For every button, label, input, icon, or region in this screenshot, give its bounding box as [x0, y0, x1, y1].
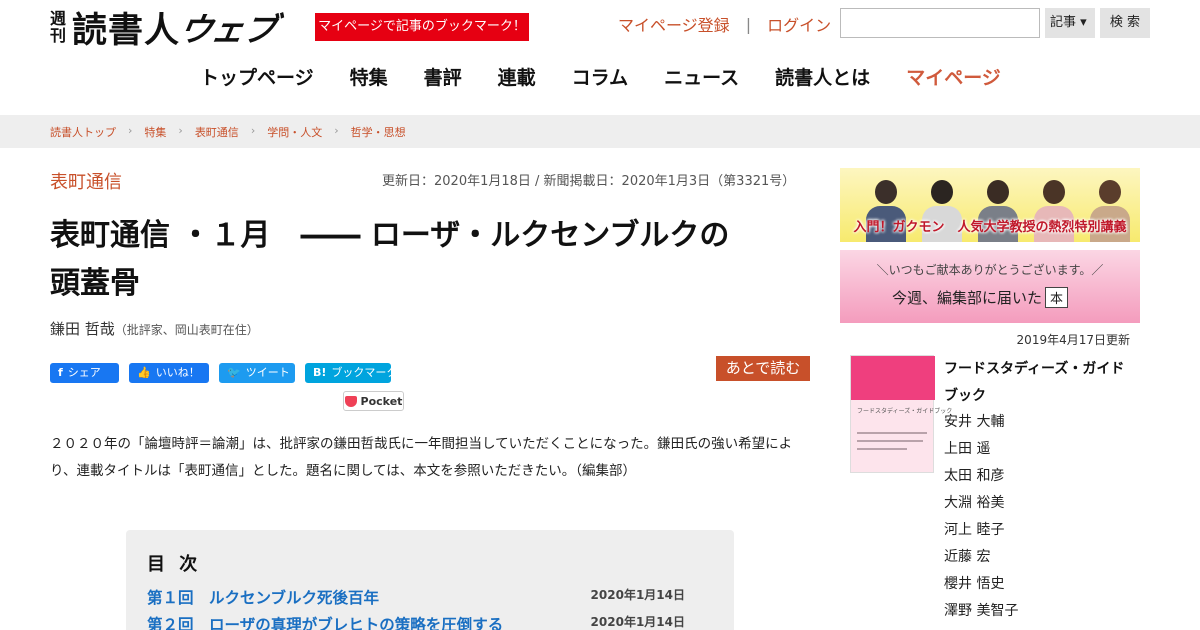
contributor-name[interactable]: 安井 大輔	[944, 409, 1134, 436]
book-cover-image[interactable]: フードスタディーズ・ガイドブック	[850, 355, 952, 473]
logo-week-bottom: 刊	[50, 26, 67, 45]
chevron-right-icon: ›	[334, 124, 339, 137]
pocket-label: Pocket	[360, 394, 403, 408]
search-type-select[interactable]: 記事 ▾	[1045, 8, 1095, 38]
contributor-name[interactable]: 櫻井 悟史	[944, 571, 1134, 598]
received-books-subtext: ＼いつもご献本ありがとうございます。／	[876, 263, 1104, 277]
facebook-icon: f	[58, 366, 63, 379]
book-cover-title: フードスタディーズ・ガイドブック	[857, 408, 953, 415]
hatena-bookmark-icon: B!	[313, 366, 327, 379]
gakumon-banner-text: 入門！ガクモン 人気大学教授の熱烈特別講義	[853, 220, 1127, 235]
article-dates: 更新日：2020年1月18日 / 新聞掲載日：2020年1月3日（第3321号）	[382, 174, 796, 189]
author-name[interactable]: 鎌田 哲哉	[50, 320, 115, 338]
read-later-button[interactable]: あとで読む	[716, 356, 810, 381]
author-note: （批評家、岡山表町在住）	[114, 323, 259, 337]
toc-entry: 第２回 ローザの真理がブレヒトの策略を圧倒する 2020年1月14日	[147, 613, 707, 630]
contributor-name[interactable]: 太田 和彦	[944, 463, 1134, 490]
hatena-bookmark-button[interactable]: B! ブックマーク	[305, 363, 397, 383]
article-author: 鎌田 哲哉（批評家、岡山表町在住）	[50, 318, 259, 339]
register-link[interactable]: マイページ登録	[618, 12, 730, 36]
chevron-right-icon: ›	[250, 124, 256, 137]
facebook-like-label: いいね！	[155, 366, 200, 379]
account-links: マイページ登録 | ログイン	[618, 12, 831, 36]
contributor-name[interactable]: 河上 睦子	[944, 517, 1134, 544]
tweet-button[interactable]: 🐦 ツイート	[219, 363, 295, 383]
toc-entry-title[interactable]: 第１回 ルクセンブルク死後百年	[147, 586, 379, 608]
article-category[interactable]: 表町通信	[50, 168, 122, 194]
gakumon-lecture-banner[interactable]: 入門！ガクモン 人気大学教授の熱烈特別講義	[840, 168, 1140, 242]
logo-week-top: 週	[50, 9, 67, 28]
pocket-button[interactable]: Pocket	[343, 391, 404, 411]
received-books-banner[interactable]: ＼いつもご献本ありがとうございます。／ 今週、編集部に届いた本	[840, 250, 1140, 323]
breadcrumb-bar: 読書人トップ › 特集 › 表町通信 › 学問・人文 › 哲学・思想	[0, 115, 1200, 148]
breadcrumb-item-series[interactable]: 表町通信	[195, 124, 239, 140]
received-books-text: 今週、編集部に届いた本	[892, 287, 1069, 308]
toc-entry-date: 2020年1月14日	[590, 588, 685, 602]
toc-heading: 目 次	[147, 554, 202, 575]
book-icon: 本	[1045, 287, 1069, 308]
toc-entry-date: 2020年1月14日	[590, 615, 685, 629]
hatena-bookmark-label: ブックマーク	[331, 366, 398, 379]
logo-weekly-mark: 週 刊	[50, 10, 66, 44]
contributor-name[interactable]: 近藤 宏	[944, 544, 1134, 571]
breadcrumb-item-features[interactable]: 特集	[144, 124, 166, 140]
pocket-icon	[344, 395, 357, 407]
article-title-line2: 頭蓋骨	[50, 266, 140, 301]
chevron-right-icon: ›	[128, 124, 133, 137]
facebook-like-button[interactable]: 👍 いいね！	[129, 363, 209, 383]
book-contributors: 安井 大輔 上田 遥 太田 和彦 大淵 裕美 河上 睦子 近藤 宏 櫻井 悟史 …	[944, 409, 1134, 625]
book-title[interactable]: フードスタディーズ・ガイドブック	[944, 356, 1134, 410]
site-logo[interactable]: 週 刊 読書人 ウェブ	[50, 6, 279, 51]
main-nav: トップページ 特集 書評 連載 コラム ニュース 読書人とは マイページ	[200, 63, 1037, 90]
thumbs-up-icon: 👍	[137, 366, 151, 379]
book-cover-line	[857, 432, 927, 434]
nav-item-columns[interactable]: コラム	[572, 63, 628, 90]
book-cover-line	[857, 440, 923, 442]
facebook-share-button[interactable]: f シェア	[50, 363, 119, 383]
article-lead: ２０２０年の「論壇時評＝論潮」は、批評家の鎌田哲哉氏に一年間担当していただくこと…	[50, 436, 793, 479]
breadcrumb-item-home[interactable]: 読書人トップ	[50, 124, 116, 140]
contributor-name[interactable]: 大淵 裕美	[944, 490, 1134, 517]
article-title-line1: 表町通信 ・１月 ―― ローザ・ルクセンブルクの	[50, 218, 730, 253]
search-button[interactable]: 検 索	[1100, 8, 1150, 38]
logo-web-text: ウェブ	[176, 10, 280, 49]
nav-item-features[interactable]: 特集	[350, 63, 388, 90]
breadcrumb: 読書人トップ › 特集 › 表町通信 › 学問・人文 › 哲学・思想	[50, 124, 406, 140]
facebook-share-label: シェア	[67, 366, 101, 379]
site-header: 週 刊 読書人 ウェブ マイページで記事のブックマーク！ マイページ登録 | ロ…	[0, 0, 1200, 115]
sidebar-updated-date: 2019年4月17日更新	[1016, 333, 1130, 347]
contributor-name[interactable]: 上田 遥	[944, 436, 1134, 463]
twitter-bird-icon: 🐦	[227, 366, 241, 379]
logo-main-text: 読書人	[72, 10, 181, 51]
breadcrumb-item-humanities[interactable]: 学問・人文	[267, 124, 322, 140]
contributor-name[interactable]: 澤野 美智子	[944, 598, 1134, 625]
toc-entry: 第１回 ルクセンブルク死後百年 2020年1月14日	[147, 586, 707, 608]
share-buttons: f シェア 👍 いいね！ 🐦 ツイート B! ブックマーク	[50, 363, 401, 383]
book-cover-band	[851, 356, 935, 400]
nav-item-serials[interactable]: 連載	[498, 63, 536, 90]
chevron-right-icon: ›	[178, 124, 183, 137]
login-link[interactable]: ログイン	[767, 12, 831, 36]
nav-item-about[interactable]: 読書人とは	[775, 63, 870, 90]
book-cover-line	[857, 448, 907, 450]
tweet-label: ツイート	[245, 366, 290, 379]
nav-item-news[interactable]: ニュース	[664, 63, 739, 90]
link-separator: |	[745, 14, 752, 34]
breadcrumb-item-philosophy[interactable]: 哲学・思想	[351, 124, 406, 140]
nav-item-top[interactable]: トップページ	[200, 63, 314, 90]
table-of-contents: 目 次 第１回 ルクセンブルク死後百年 2020年1月14日 第２回 ローザの真…	[126, 530, 734, 630]
nav-item-reviews[interactable]: 書評	[424, 63, 462, 90]
toc-entry-title[interactable]: 第２回 ローザの真理がブレヒトの策略を圧倒する	[147, 613, 503, 630]
article-title: 表町通信 ・１月 ―― ローザ・ルクセンブルクの 頭蓋骨	[50, 212, 820, 308]
search-input[interactable]	[840, 8, 1040, 38]
nav-item-mypage[interactable]: マイページ	[906, 63, 1001, 90]
mypage-promo-banner[interactable]: マイページで記事のブックマーク！	[315, 13, 529, 41]
received-books-main: 今週、編集部に届いた	[892, 289, 1043, 307]
